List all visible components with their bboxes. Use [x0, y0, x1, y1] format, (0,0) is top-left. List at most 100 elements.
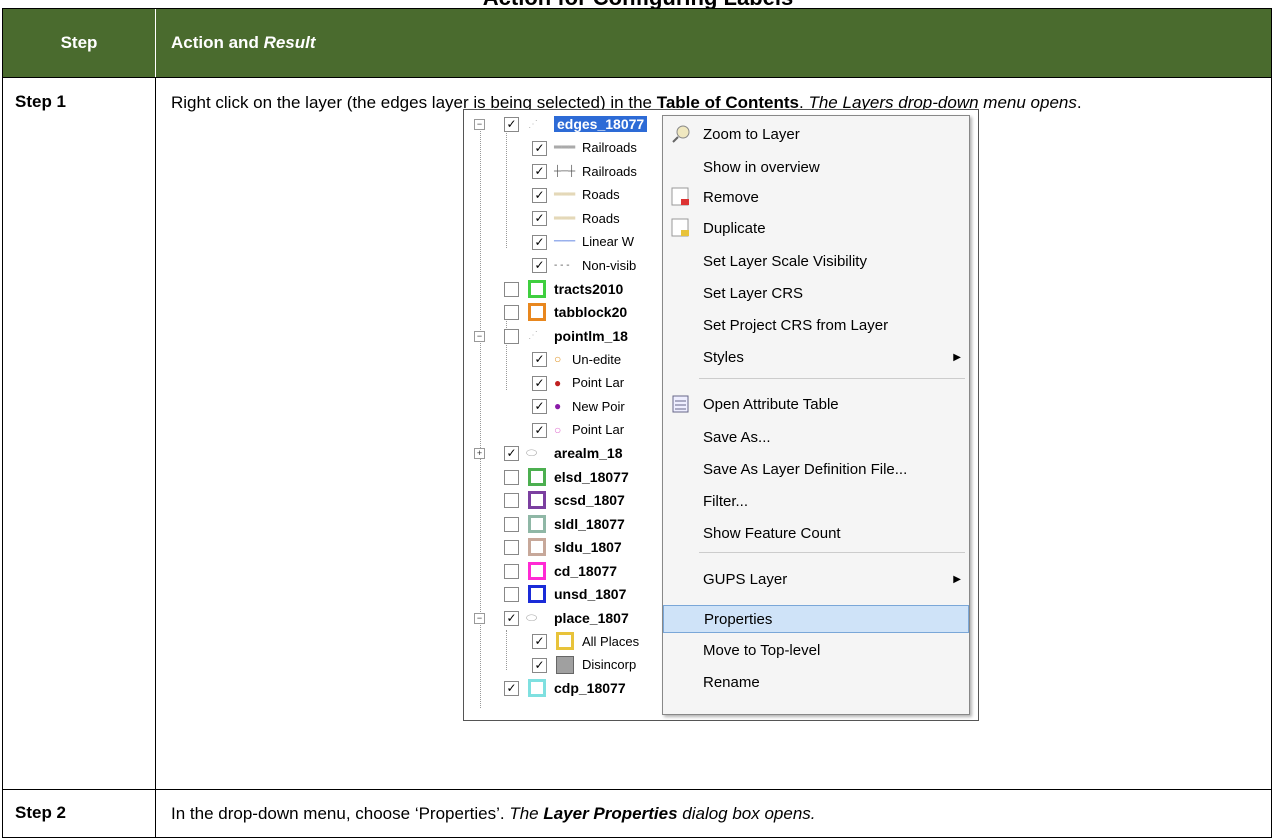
layer-checkbox[interactable] [504, 587, 519, 602]
layer-checkbox[interactable]: ✓ [532, 187, 547, 203]
tree-item[interactable]: sldu_1807 [464, 537, 684, 557]
layer-checkbox[interactable]: ✓ [532, 657, 547, 673]
tree-item[interactable]: tracts2010 [464, 279, 684, 299]
tree-item[interactable]: ✓ ● New Poir [464, 396, 684, 416]
menu-item-save-as[interactable]: Save As... [663, 423, 969, 451]
tree-item[interactable]: + ✓ ⬭ arealm_18 [464, 443, 684, 463]
expand-icon[interactable]: + [474, 448, 485, 459]
layer-name: Point Lar [572, 422, 625, 437]
menu-item-gups-layer[interactable]: GUPS Layer ▶ [663, 565, 969, 593]
layer-checkbox[interactable] [504, 305, 519, 320]
layer-checkbox[interactable] [504, 469, 519, 485]
collapse-icon[interactable]: − [474, 330, 485, 342]
menu-item-show-feature-count[interactable]: Show Feature Count [663, 519, 969, 547]
menu-item-label: Open Attribute Table [703, 395, 839, 413]
step-cell: Step 1 [3, 78, 156, 789]
tree-item[interactable]: ✓ ─── Linear W [464, 232, 684, 252]
layer-name: arealm_18 [554, 445, 623, 461]
tree-item[interactable]: cd_18077 [464, 561, 684, 581]
page-title: Action for Configuring Labels [0, 0, 1276, 8]
layer-name: Roads [582, 187, 620, 202]
tree-item[interactable]: ✓ cdp_18077 [464, 678, 684, 698]
tree-item[interactable]: ✓ - - - Non-visib [464, 255, 684, 275]
tree-item[interactable]: ✓ ═══ Railroads [464, 138, 684, 158]
layer-symbol-swatch [528, 303, 546, 321]
layer-name: Linear W [582, 234, 635, 249]
tree-item[interactable]: − ✓ ⬭ place_1807 [464, 608, 684, 628]
menu-item-rename[interactable]: Rename [663, 668, 969, 696]
layer-checkbox[interactable]: ✓ [532, 375, 547, 391]
layer-checkbox[interactable]: ✓ [504, 446, 519, 461]
layer-name: cdp_18077 [554, 680, 626, 696]
tree-item[interactable]: ✓ ● Point Lar [464, 373, 684, 393]
layer-checkbox[interactable] [504, 540, 519, 555]
layer-symbol-swatch [528, 279, 546, 298]
layer-checkbox[interactable]: ✓ [504, 117, 519, 132]
step-2-result-a: The [509, 804, 544, 823]
tree-item[interactable]: unsd_1807 [464, 584, 684, 604]
menu-item-set-layer-scale-visibility[interactable]: Set Layer Scale Visibility [663, 247, 969, 275]
collapse-icon[interactable]: − [474, 612, 485, 624]
layer-checkbox[interactable]: ✓ [532, 352, 547, 367]
step-cell: Step 2 [3, 789, 156, 837]
collapse-icon[interactable]: − [474, 119, 485, 130]
tree-item[interactable]: ✓ Disincorp [464, 655, 684, 675]
layer-checkbox[interactable] [504, 516, 519, 532]
menu-item-label: Move to Top-level [703, 641, 821, 659]
remove-layer-icon [671, 187, 691, 207]
menu-item-label: GUPS Layer [703, 570, 788, 588]
tree-item[interactable]: ✓ All Places [464, 631, 684, 651]
menu-item-move-to-top-level[interactable]: Move to Top-level [663, 636, 969, 664]
menu-item-save-as-layer-definition-file[interactable]: Save As Layer Definition File... [663, 455, 969, 483]
layer-checkbox[interactable]: ✓ [532, 164, 547, 179]
layer-checkbox[interactable]: ✓ [532, 634, 547, 649]
menu-item-label: Set Layer CRS [703, 284, 804, 302]
tree-item[interactable]: ✓ ○ Un-edite [464, 349, 684, 369]
menu-item-styles[interactable]: Styles ▶ [663, 343, 969, 371]
layer-checkbox[interactable]: ✓ [532, 211, 547, 226]
tree-item[interactable]: sldl_18077 [464, 514, 684, 534]
tree-item[interactable]: ✓ ═══ Roads [464, 208, 684, 228]
menu-item-set-project-crs-from-layer[interactable]: Set Project CRS from Layer [663, 311, 969, 339]
tree-item[interactable]: elsd_18077 [464, 467, 684, 487]
tree-item[interactable]: ✓ ┼─┼ Railroads [464, 161, 684, 181]
layer-name: Non-visib [582, 257, 637, 273]
tree-item[interactable]: ✓ ○ Point Lar [464, 420, 684, 440]
line-symbol-icon: ═══ [554, 142, 576, 153]
layer-properties-term: Layer Properties [543, 804, 678, 823]
header-step: Step [3, 9, 156, 77]
layer-checkbox[interactable] [504, 563, 519, 579]
menu-item-remove[interactable]: Remove [663, 183, 969, 211]
tree-item[interactable]: ✓ ═══ Roads [464, 185, 684, 205]
tree-item[interactable]: − ⋰ pointlm_18 [464, 326, 684, 346]
attribute-table-icon [671, 394, 691, 414]
layer-checkbox[interactable] [504, 281, 519, 297]
layer-symbol-swatch [528, 585, 546, 603]
layer-checkbox[interactable]: ✓ [532, 422, 547, 438]
menu-item-filter[interactable]: Filter... [663, 487, 969, 515]
point-symbol-icon: ○ [554, 422, 562, 437]
menu-item-show-in-overview[interactable]: Show in overview [663, 153, 969, 181]
layer-checkbox[interactable]: ✓ [532, 258, 547, 273]
step-2-result-b: dialog box opens. [677, 804, 816, 823]
layer-symbol-swatch [556, 632, 574, 650]
tree-item[interactable]: tabblock20 [464, 302, 684, 322]
layer-checkbox[interactable]: ✓ [532, 140, 547, 156]
layer-checkbox[interactable]: ✓ [504, 610, 519, 626]
menu-item-duplicate[interactable]: Duplicate [663, 214, 969, 242]
tree-item[interactable]: scsd_1807 [464, 490, 684, 510]
menu-item-properties[interactable]: Properties [663, 605, 969, 633]
layer-name: tracts2010 [554, 280, 624, 297]
menu-item-zoom-to-layer[interactable]: Zoom to Layer [663, 120, 969, 148]
layer-name: scsd_1807 [554, 492, 625, 508]
step-1-text-c: . [1076, 93, 1082, 112]
layer-checkbox[interactable] [504, 493, 519, 508]
layer-checkbox[interactable] [504, 328, 519, 344]
menu-item-set-layer-crs[interactable]: Set Layer CRS [663, 279, 969, 307]
layer-checkbox[interactable]: ✓ [532, 234, 547, 250]
table-header-row: Step Action and Result [3, 9, 1271, 77]
layer-checkbox[interactable]: ✓ [532, 399, 547, 414]
layer-checkbox[interactable]: ✓ [504, 681, 519, 696]
tree-item[interactable]: − ✓ ⋰ edges_18077 [464, 114, 684, 134]
menu-item-open-attribute-table[interactable]: Open Attribute Table [663, 390, 969, 418]
